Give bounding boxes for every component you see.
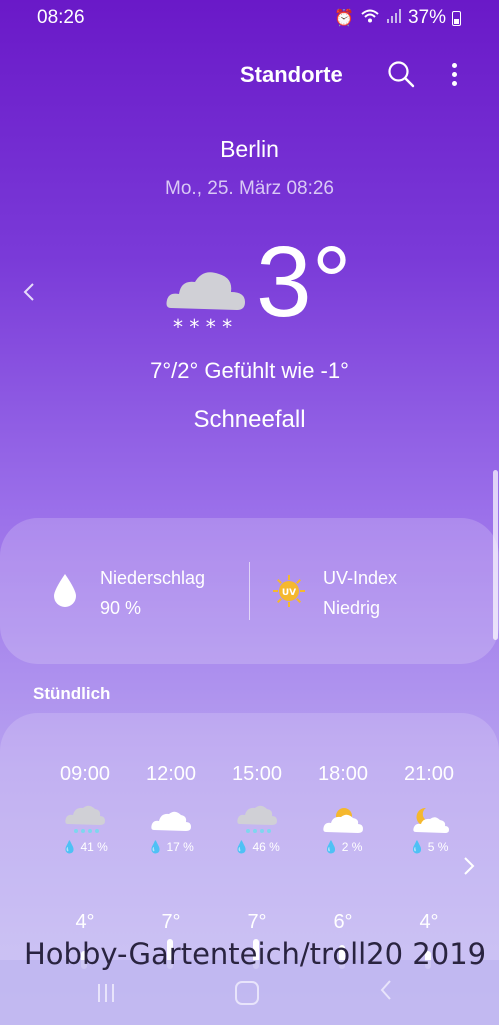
hour-precipitation: 💧 41 % — [62, 840, 108, 854]
uv-index-value: Niedrig — [323, 598, 381, 618]
precipitation-drop-icon — [52, 572, 78, 608]
hourly-item: 18:00 💧 2 % 6° — [300, 763, 386, 969]
hour-temperature: 4° — [419, 911, 439, 933]
signal-icon — [386, 8, 402, 28]
status-bar: 08:26 ⏰ 37% — [0, 0, 499, 34]
alarm-icon: ⏰ — [334, 10, 354, 27]
scroll-right-icon[interactable] — [462, 854, 476, 884]
rain-cloud-icon — [236, 804, 278, 836]
current-temperature: 3° — [256, 226, 352, 338]
uv-index-icon: UV — [272, 574, 306, 608]
svg-text:* * * *: * * * * — [173, 315, 232, 336]
hour-temperature: 7° — [247, 911, 267, 933]
hour-precipitation: 💧 17 % — [148, 840, 194, 854]
hourly-item: 15:00 💧 46 % 7° — [214, 763, 300, 969]
search-icon[interactable] — [386, 59, 416, 89]
hour-time: 12:00 — [145, 763, 197, 785]
hour-precipitation: 💧 5 % — [409, 840, 449, 854]
hourly-item: 09:00 💧 41 % 4° — [42, 763, 128, 969]
top-bar: Standorte — [0, 50, 499, 100]
moon-cloud-icon — [408, 804, 450, 836]
hour-temperature: 6° — [333, 911, 353, 933]
locations-button[interactable]: Standorte — [240, 62, 343, 88]
battery-icon — [452, 10, 461, 26]
hour-temperature: 4° — [75, 911, 95, 933]
scrollbar[interactable] — [493, 470, 498, 640]
battery-percent: 37% — [407, 7, 446, 28]
watermark: Hobby-Gartenteich/troll20 2019 — [24, 937, 487, 971]
precipitation-label: Niederschlag — [100, 568, 206, 588]
rain-cloud-icon — [64, 804, 106, 836]
hour-time: 21:00 — [403, 763, 455, 785]
precipitation-value: 90 % — [100, 598, 142, 618]
cloud-icon — [150, 804, 192, 836]
uv-index-label: UV-Index — [323, 568, 398, 588]
hourly-item: 21:00 💧 5 % 4° — [386, 763, 472, 969]
hour-precipitation: 💧 2 % — [323, 840, 363, 854]
recent-apps-icon[interactable] — [98, 984, 120, 1002]
temp-range-feels-like: 7°/2° Gefühlt wie -1° — [150, 358, 349, 383]
svg-text:UV: UV — [282, 588, 296, 598]
weather-condition: Schneefall — [193, 406, 306, 433]
status-icons: ⏰ 37% — [334, 7, 461, 29]
hour-time: 15:00 — [231, 763, 283, 785]
sun-cloud-icon — [322, 804, 364, 836]
wifi-icon — [360, 8, 380, 29]
snow-cloud-icon: * * * * — [163, 262, 249, 339]
divider — [249, 562, 250, 620]
city-name: Berlin — [220, 136, 279, 162]
previous-location-icon[interactable] — [22, 280, 36, 311]
back-icon[interactable] — [379, 978, 393, 1009]
hourly-label: Stündlich — [33, 684, 111, 703]
hour-precipitation: 💧 46 % — [234, 840, 280, 854]
hour-time: 18:00 — [317, 763, 369, 785]
details-card: Niederschlag 90 % UV UV-Index Niedrig — [0, 518, 499, 664]
home-icon[interactable] — [235, 981, 259, 1005]
more-options-icon[interactable] — [447, 60, 461, 88]
hour-temperature: 7° — [161, 911, 181, 933]
hourly-item: 12:00 💧 17 % 7° — [128, 763, 214, 969]
date-time: Mo., 25. März 08:26 — [165, 178, 334, 199]
hour-time: 09:00 — [59, 763, 111, 785]
status-time: 08:26 — [37, 7, 85, 28]
